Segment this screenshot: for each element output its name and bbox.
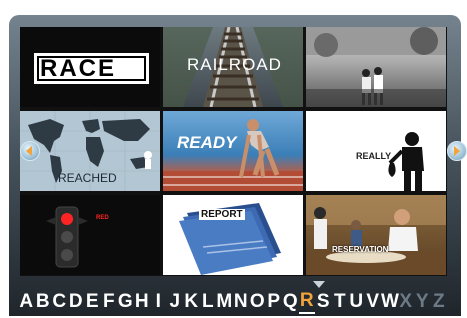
report-booklet-image: [179, 203, 281, 275]
word-picture-grid: RACE RAILROAD REACHED READY REALLY RED R…: [20, 27, 447, 276]
letter-z[interactable]: Z: [431, 291, 448, 313]
tile-red[interactable]: RED: [20, 195, 160, 275]
chevron-left-icon: [26, 146, 32, 156]
letter-w[interactable]: W: [381, 291, 399, 313]
runners-image: [306, 27, 446, 107]
tile-label: REPORT: [199, 209, 245, 220]
tile-race[interactable]: RACE: [20, 27, 160, 107]
letter-d[interactable]: D: [68, 291, 85, 313]
letter-l[interactable]: L: [200, 291, 217, 313]
letter-m[interactable]: M: [216, 291, 233, 313]
letter-s[interactable]: S: [315, 291, 332, 313]
tile-report[interactable]: REPORT: [163, 195, 303, 275]
restaurant-image: [306, 195, 446, 275]
alphabet-bar: A B C D E F G H I J K L M N O P Q R S T …: [18, 289, 458, 315]
letter-y[interactable]: Y: [414, 291, 431, 313]
traffic-light-image: [46, 206, 88, 268]
tile-railroad[interactable]: RAILROAD: [163, 27, 303, 107]
previous-arrow-button[interactable]: [20, 141, 40, 161]
letter-u[interactable]: U: [348, 291, 365, 313]
letter-f[interactable]: F: [101, 291, 118, 313]
next-arrow-button[interactable]: [447, 141, 467, 161]
letter-e[interactable]: E: [84, 291, 101, 313]
letter-x[interactable]: X: [398, 291, 415, 313]
tile-label: RESERVATION: [332, 245, 389, 254]
letter-t[interactable]: T: [332, 291, 349, 313]
tile-really[interactable]: REALLY: [306, 111, 446, 191]
chevron-right-icon: [454, 146, 460, 156]
tile-runners[interactable]: [306, 27, 446, 107]
letter-v[interactable]: V: [365, 291, 382, 313]
letter-g[interactable]: G: [117, 291, 134, 313]
tile-label: RACE: [40, 55, 117, 82]
letter-i[interactable]: I: [150, 291, 167, 313]
tile-ready[interactable]: READY: [163, 111, 303, 191]
tile-label: REALLY: [356, 151, 392, 161]
tile-reached[interactable]: REACHED: [20, 111, 160, 191]
letter-h[interactable]: H: [134, 291, 151, 313]
letter-q[interactable]: Q: [282, 291, 299, 313]
letter-p[interactable]: P: [266, 291, 283, 313]
selected-letter-pointer-icon: [313, 281, 325, 288]
tile-label: RAILROAD: [187, 55, 282, 74]
tile-label: READY: [177, 133, 237, 152]
letter-j[interactable]: J: [167, 291, 184, 313]
tile-label: RED: [96, 215, 109, 221]
letter-k[interactable]: K: [183, 291, 200, 313]
letter-n[interactable]: N: [233, 291, 250, 313]
letter-b[interactable]: B: [35, 291, 52, 313]
letter-o[interactable]: O: [249, 291, 266, 313]
tile-reservation[interactable]: RESERVATION: [306, 195, 446, 275]
letter-a[interactable]: A: [18, 291, 35, 313]
tile-label: REACHED: [58, 171, 117, 185]
letter-c[interactable]: C: [51, 291, 68, 313]
letter-r-selected[interactable]: R: [298, 290, 315, 314]
